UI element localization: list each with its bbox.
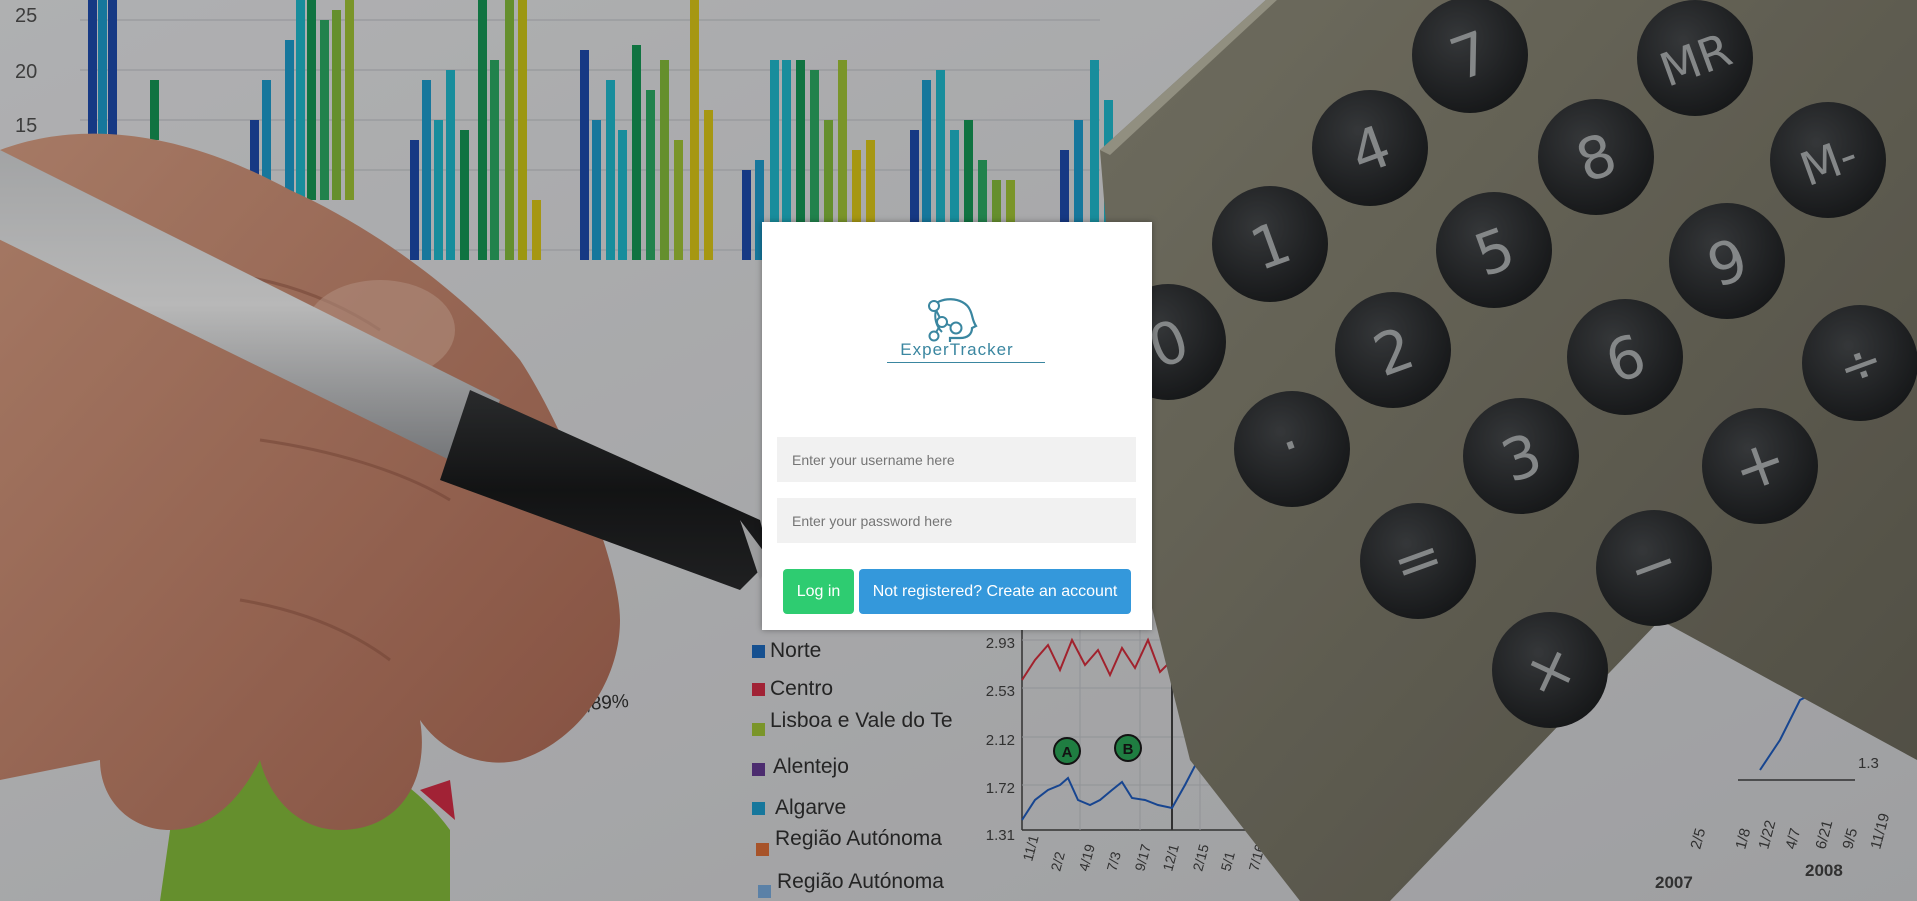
- login-page: 25 20 15 2.93 2.53 2.12 1.72 1.31 11/1 2…: [0, 0, 1917, 901]
- head-network-icon: [928, 298, 978, 342]
- logo-underline: [887, 362, 1045, 363]
- login-button[interactable]: Log in: [783, 569, 854, 614]
- logo-text: ExperTracker: [900, 340, 1014, 359]
- expertracker-logo: ExperTracker: [872, 298, 1045, 370]
- username-input[interactable]: [777, 437, 1136, 482]
- password-input[interactable]: [777, 498, 1136, 543]
- login-card: ExperTracker Log in Not registered? Crea…: [762, 222, 1152, 630]
- create-account-button[interactable]: Not registered? Create an account: [859, 569, 1131, 614]
